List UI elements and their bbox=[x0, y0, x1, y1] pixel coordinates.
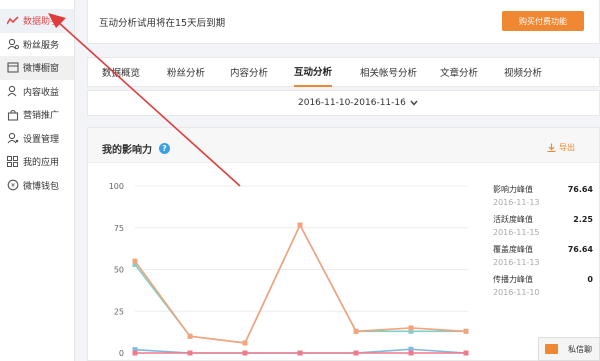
private-message-tab[interactable]: 私信聊 bbox=[538, 337, 600, 361]
arrow-line bbox=[57, 21, 241, 187]
envelope-icon bbox=[545, 344, 558, 354]
annotation-arrow bbox=[48, 13, 241, 187]
private-message-label: 私信聊 bbox=[568, 344, 592, 354]
